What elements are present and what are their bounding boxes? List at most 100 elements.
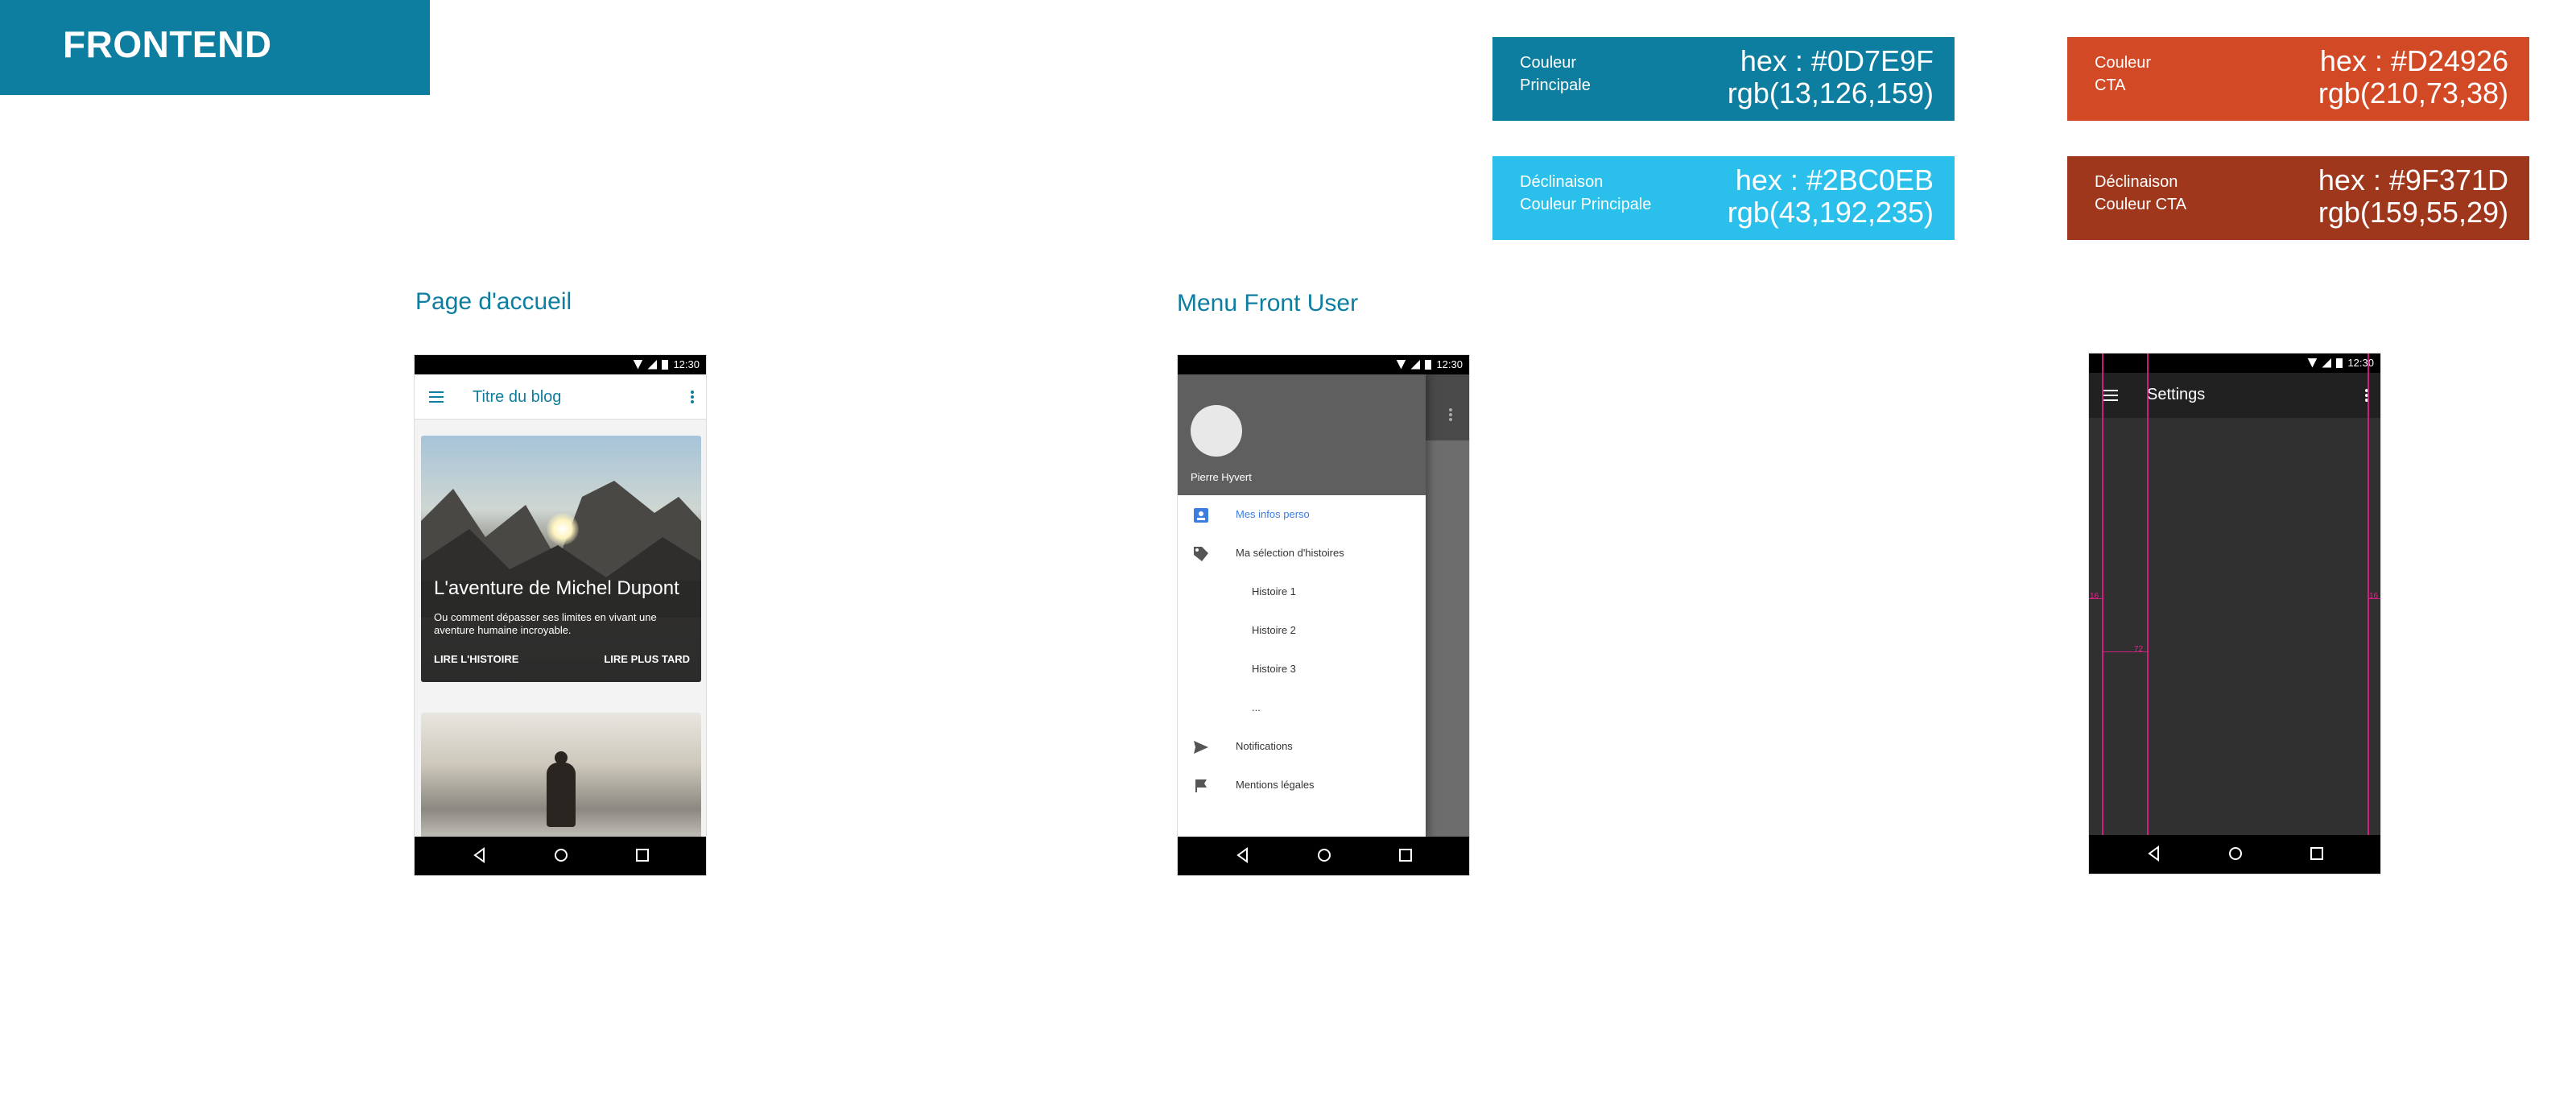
status-time: 12:30 — [2347, 357, 2374, 369]
back-icon[interactable] — [1234, 846, 1252, 864]
wifi-icon — [1396, 359, 1406, 370]
back-icon[interactable] — [2145, 845, 2163, 862]
swatch-rgb: rgb(210,73,38) — [2318, 76, 2508, 110]
read-later-button[interactable]: LIRE PLUS TARD — [604, 653, 690, 665]
drawer-item-histoire-3[interactable]: Histoire 3 — [1178, 650, 1426, 688]
swatch-label-line2: Couleur Principale — [1520, 196, 1652, 213]
recent-apps-icon[interactable] — [1397, 846, 1414, 864]
home-icon[interactable] — [1315, 846, 1333, 864]
signal-icon — [1410, 359, 1421, 370]
drawer-item-more[interactable]: ... — [1178, 688, 1426, 727]
swatch-label-line2: Principale — [1520, 76, 1591, 94]
swatch-label-line1: Couleur — [1520, 54, 1577, 72]
flag-icon — [1195, 779, 1207, 792]
sun-glow — [547, 513, 579, 545]
swatch-cta-label: Couleur CTA — [2095, 52, 2151, 97]
swatch-label-line2: CTA — [2095, 76, 2126, 94]
swatch-label-line2: Couleur CTA — [2095, 196, 2187, 213]
signal-icon — [647, 359, 658, 370]
system-nav-bar — [415, 837, 706, 875]
drawer-item-label: Notifications — [1236, 740, 1293, 752]
swatch-primary-values: hex : #0D7E9F rgb(13,126,159) — [1728, 45, 1934, 110]
drawer-item-histoire-1[interactable]: Histoire 1 — [1178, 573, 1426, 611]
keyline-label: 72 — [2134, 645, 2144, 654]
phone-home-screen: 12:30 Titre du blog L'aventure de Michel… — [414, 354, 707, 876]
read-story-button[interactable]: LIRE L'HISTOIRE — [434, 653, 518, 665]
swatch-cta-variant: Déclinaison Couleur CTA hex : #9F371D rg… — [2067, 156, 2529, 240]
system-nav-bar — [2089, 835, 2380, 874]
swatch-primary-label: Couleur Principale — [1520, 52, 1591, 97]
drawer-item-notifications[interactable]: Notifications — [1178, 727, 1426, 766]
avatar[interactable] — [1191, 405, 1242, 457]
battery-icon — [1425, 359, 1432, 370]
recent-apps-icon[interactable] — [634, 846, 651, 864]
wifi-icon — [2307, 358, 2318, 368]
keyline-guide — [2368, 353, 2369, 874]
swatch-rgb: rgb(13,126,159) — [1727, 76, 1934, 110]
keyline-label: 16 — [2369, 592, 2379, 601]
drawer-item-label: ... — [1252, 701, 1261, 713]
drawer-item-selection[interactable]: Ma sélection d'histoires — [1178, 534, 1426, 573]
hamburger-menu-icon[interactable] — [2102, 387, 2120, 403]
swatch-label-line1: Déclinaison — [1520, 173, 1604, 191]
drawer-item-label: Mentions légales — [1236, 779, 1315, 791]
tag-icon — [1194, 547, 1208, 561]
back-icon[interactable] — [471, 846, 489, 864]
swatch-primary-variant-label: Déclinaison Couleur Principale — [1520, 171, 1651, 216]
drawer-item-mentions[interactable]: Mentions légales — [1178, 766, 1426, 804]
more-vert-icon[interactable] — [690, 389, 695, 405]
recent-apps-icon[interactable] — [2308, 845, 2326, 862]
swatch-cta-variant-label: Déclinaison Couleur CTA — [2095, 171, 2186, 216]
blog-title: Titre du blog — [473, 388, 562, 406]
more-vert-icon — [1449, 408, 1452, 421]
card-title: L'aventure de Michel Dupont — [434, 577, 679, 599]
drawer-item-mes-infos[interactable]: Mes infos perso — [1178, 495, 1426, 534]
settings-title: Settings — [2147, 386, 2206, 403]
drawer-item-histoire-2[interactable]: Histoire 2 — [1178, 611, 1426, 650]
swatch-primary-variant: Déclinaison Couleur Principale hex : #2B… — [1492, 156, 1955, 240]
drawer-item-label: Ma sélection d'histoires — [1236, 547, 1344, 559]
hiker-image — [547, 763, 576, 827]
swatch-hex: hex : #D24926 — [2319, 44, 2508, 77]
drawer-item-label: Histoire 2 — [1252, 624, 1296, 636]
story-card[interactable]: L'aventure de Michel Dupont Ou comment d… — [421, 436, 701, 682]
drawer-item-label: Histoire 3 — [1252, 663, 1296, 675]
swatch-primary: Couleur Principale hex : #0D7E9F rgb(13,… — [1492, 37, 1955, 121]
navigation-drawer: Pierre Hyvert Mes infos perso Ma sélecti… — [1178, 374, 1426, 838]
swatch-cta-variant-values: hex : #9F371D rgb(159,55,29) — [2318, 164, 2508, 229]
status-bar: 12:30 — [2089, 353, 2380, 373]
drawer-item-label: Histoire 1 — [1252, 585, 1296, 597]
keyline-label: 16 — [2090, 592, 2099, 601]
phone-menu-screen: 12:30 Pierre Hyvert Mes infos perso Ma s… — [1177, 354, 1470, 876]
drawer-item-label: Mes infos perso — [1236, 508, 1310, 520]
battery-icon — [2336, 358, 2343, 368]
card-subtitle: Ou comment dépasser ses limites en vivan… — [434, 611, 657, 636]
swatch-primary-variant-values: hex : #2BC0EB rgb(43,192,235) — [1728, 164, 1934, 229]
design-board: FRONTEND Couleur Principale hex : #0D7E9… — [0, 0, 2576, 1108]
status-bar: 12:30 — [415, 355, 706, 374]
section-title-home: Page d'accueil — [415, 288, 572, 315]
system-nav-bar — [1178, 837, 1469, 875]
app-bar: Titre du blog — [415, 374, 706, 420]
frontend-banner: FRONTEND — [0, 0, 430, 95]
swatch-hex: hex : #0D7E9F — [1740, 44, 1934, 77]
banner-title: FRONTEND — [63, 23, 272, 65]
swatch-rgb: rgb(159,55,29) — [2318, 196, 2508, 229]
hamburger-menu-icon[interactable] — [427, 389, 445, 405]
account-box-icon — [1194, 508, 1208, 523]
user-name: Pierre Hyvert — [1191, 471, 1252, 483]
status-bar: 12:30 — [1178, 355, 1469, 374]
status-time: 12:30 — [1436, 358, 1463, 370]
app-bar: Settings — [2089, 373, 2380, 418]
wifi-icon — [633, 359, 643, 370]
swatch-cta: Couleur CTA hex : #D24926 rgb(210,73,38) — [2067, 37, 2529, 121]
keyline-guide — [2147, 353, 2149, 874]
home-icon[interactable] — [552, 846, 570, 864]
section-title-menu: Menu Front User — [1177, 290, 1359, 316]
story-card[interactable] — [421, 713, 701, 841]
swatch-cta-values: hex : #D24926 rgb(210,73,38) — [2318, 45, 2508, 110]
swatch-hex: hex : #9F371D — [2318, 163, 2508, 196]
keyline-guide — [2102, 353, 2103, 874]
send-icon — [1194, 741, 1208, 754]
home-icon[interactable] — [2227, 845, 2244, 862]
